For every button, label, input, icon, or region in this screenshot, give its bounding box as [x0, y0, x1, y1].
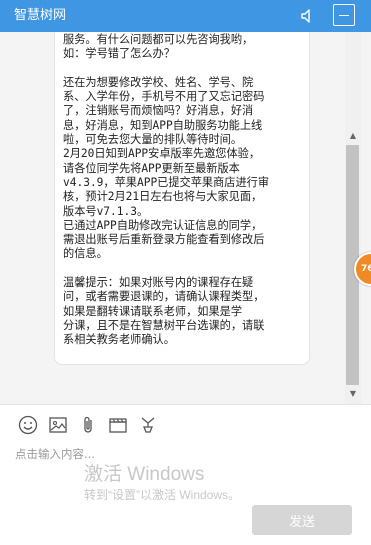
chat-message: 服务。有什么问题都可以先咨询我哟， 如：学号错了怎么办？ 还在为想要修改学校、姓…: [54, 32, 310, 365]
send-button[interactable]: 发送: [252, 505, 352, 535]
title-bar: 智慧树网: [0, 0, 371, 32]
scroll-up-icon[interactable]: ▲: [345, 130, 361, 142]
activate-windows-title: 激活 Windows: [84, 464, 205, 485]
input-area: 点击输入内容... 激活 Windows 转到“设置”以激活 Windows。 …: [0, 404, 371, 545]
paperclip-icon[interactable]: [78, 415, 98, 435]
scroll-down-icon[interactable]: ▼: [345, 388, 361, 400]
evaluate-icon[interactable]: [138, 415, 158, 435]
activate-windows-subtitle: 转到“设置”以激活 Windows。: [84, 488, 241, 502]
image-icon[interactable]: [48, 415, 68, 435]
minimize-icon[interactable]: [333, 4, 355, 26]
chat-area: 服务。有什么问题都可以先咨询我哟， 如：学号错了怎么办？ 还在为想要修改学校、姓…: [0, 32, 371, 404]
speaker-icon[interactable]: [300, 8, 316, 24]
smiley-icon[interactable]: [18, 415, 38, 435]
clapperboard-icon[interactable]: [108, 415, 128, 435]
window-title: 智慧树网: [14, 8, 67, 23]
message-input[interactable]: 点击输入内容...: [15, 446, 95, 462]
